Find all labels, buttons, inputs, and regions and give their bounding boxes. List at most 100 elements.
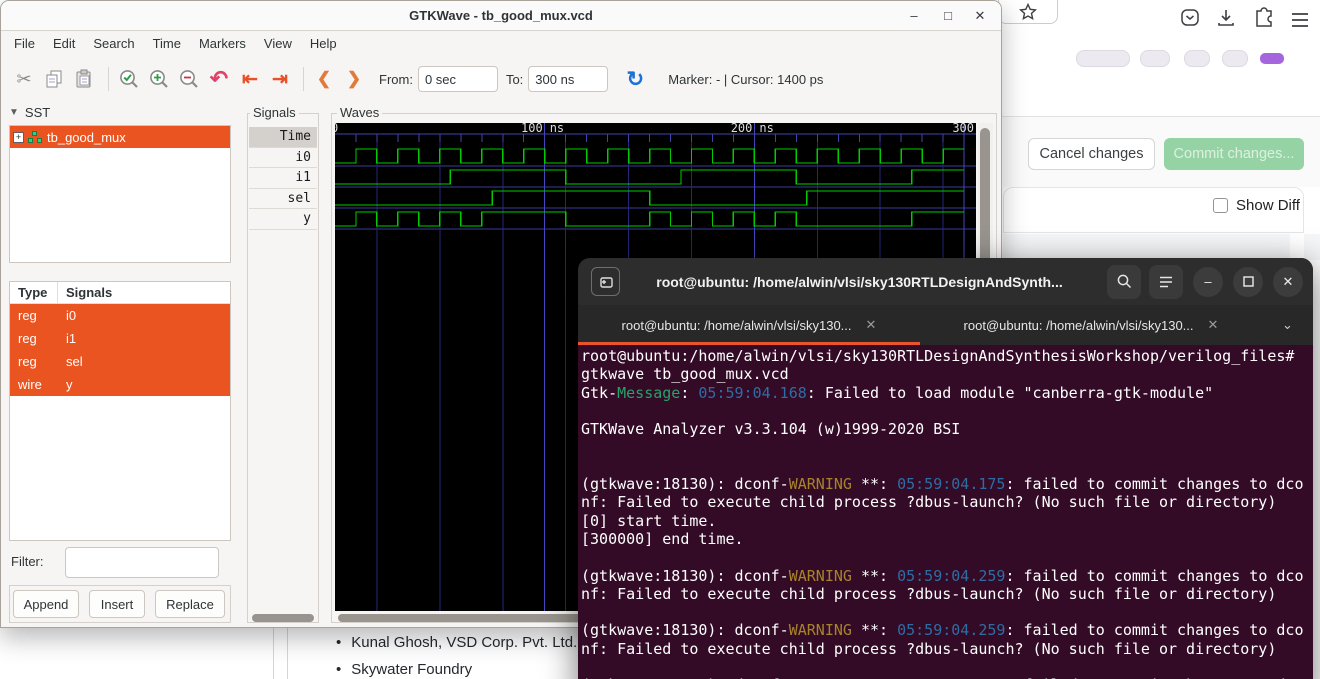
fetch-right-icon[interactable]: ⇥ [266,66,292,92]
bookmark-chip-purple[interactable] [1260,53,1284,64]
waves-frame-label: Waves [337,105,383,120]
signal-item-sel[interactable]: sel [249,189,317,210]
append-button[interactable]: Append [13,590,79,618]
tab-label: root@ubuntu: /home/alwin/vlsi/sky130... [963,317,1194,333]
terminal-line: (gtkwave:18130): dconf-WARNING **: 05:59… [581,475,1304,494]
menu-time[interactable]: Time [144,31,190,57]
terminal-search-button[interactable] [1107,264,1141,299]
signals-column-header[interactable]: Signals [58,282,230,303]
maximize-icon [1242,276,1254,287]
paste-icon[interactable] [71,66,97,92]
svg-text:100: 100 [521,123,543,135]
svg-text:0: 0 [335,123,338,135]
signal-table-row[interactable]: reg i1 [10,327,230,350]
terminal-minimize-button[interactable]: – [1193,266,1223,297]
bookmark-chip[interactable] [1184,50,1210,67]
terminal-line: nf: Failed to execute child process ?dbu… [581,493,1277,512]
signal-table-row[interactable]: wire y [10,373,230,396]
show-diff-checkbox[interactable] [1213,198,1228,213]
signal-item-y[interactable]: y [249,209,317,230]
menu-file[interactable]: File [5,31,44,57]
filter-label: Filter: [11,554,44,569]
minimize-button[interactable]: – [899,1,929,31]
triangle-down-icon: ▼ [9,107,19,118]
search-icon [1117,274,1131,289]
terminal-tab[interactable]: root@ubuntu: /home/alwin/vlsi/sky130... ✕ [578,305,920,345]
maximize-button[interactable]: □ [933,1,963,31]
from-input[interactable] [417,66,498,92]
sst-label: SST [24,105,51,120]
terminal-close-button[interactable]: ✕ [1273,266,1303,297]
filter-input[interactable] [65,547,219,578]
type-column-header[interactable]: Type [10,282,58,303]
shift-right-icon[interactable]: ❯ [341,66,367,92]
cell: reg [18,354,37,369]
menu-search[interactable]: Search [84,31,143,57]
gtkwave-titlebar[interactable]: GTKWave - tb_good_mux.vcd – □ ✕ [1,1,1001,31]
bookmark-chip[interactable] [1140,50,1170,67]
reload-icon[interactable]: ↻ [622,66,648,92]
signals-hscrollbar[interactable] [252,614,314,622]
section-background [1003,234,1320,260]
terminal-titlebar[interactable]: root@ubuntu: /home/alwin/vlsi/sky130RTLD… [578,258,1313,305]
signal-table-row[interactable]: reg i0 [10,304,230,327]
fetch-left-icon[interactable]: ⇤ [236,66,262,92]
extensions-icon[interactable] [1252,6,1276,30]
signal-item-i0[interactable]: i0 [249,148,317,169]
zoom-undo-icon[interactable]: ↶ [206,66,232,92]
toolbar-separator [303,67,304,91]
terminal-tab[interactable]: root@ubuntu: /home/alwin/vlsi/sky130... ✕ [920,305,1262,345]
signal-table-row[interactable]: reg sel [10,350,230,373]
marker-cursor-readout: Marker: - | Cursor: 1400 ps [668,71,824,87]
bookmark-chip[interactable] [1076,50,1130,67]
list-item-text: Kunal Ghosh, VSD Corp. Pvt. Ltd. [351,634,578,651]
to-input[interactable] [528,66,609,92]
cancel-changes-button[interactable]: Cancel changes [1028,138,1155,170]
menu-view[interactable]: View [255,31,301,57]
menu-markers[interactable]: Markers [190,31,255,57]
downloads-icon[interactable] [1214,6,1238,30]
page-divider-line [287,628,288,679]
expand-plus-icon[interactable]: + [13,131,24,143]
pocket-icon[interactable] [1178,6,1202,30]
sst-expander[interactable]: ▼ SST [9,105,50,120]
terminal-line: nf: Failed to execute child process ?dbu… [581,639,1277,658]
zoom-out-icon[interactable] [176,66,202,92]
menu-lines-icon [1160,276,1172,287]
table-header-row: Type Signals [10,282,230,304]
close-button[interactable]: ✕ [965,1,995,31]
cell: sel [66,354,83,369]
terminal-line: (gtkwave:18130): dconf-WARNING **: 05:59… [581,566,1304,585]
page-divider-line [273,628,274,679]
menu-edit[interactable]: Edit [44,31,84,57]
new-tab-button[interactable] [591,267,620,296]
cut-icon[interactable]: ✂ [11,66,37,92]
menu-hamburger-icon[interactable] [1288,8,1312,32]
sst-tree-item[interactable]: + tb_good_mux [10,126,230,148]
signal-item-time[interactable]: Time [249,127,317,148]
tab-close-icon[interactable]: ✕ [866,317,877,333]
signal-item-i1[interactable]: i1 [249,168,317,189]
new-tab-icon [600,277,613,288]
zoom-fit-icon[interactable] [116,66,142,92]
terminal-window: root@ubuntu: /home/alwin/vlsi/sky130RTLD… [578,258,1313,679]
terminal-maximize-button[interactable] [1233,266,1263,297]
tab-list-chevron-icon[interactable]: ⌄ [1262,305,1313,345]
terminal-line: GTKWave Analyzer v3.3.104 (w)1999-2020 B… [581,420,961,439]
toolbar: ✂ ↶ ⇤ ⇥ ❮ ❯ From: To: [1,57,1001,101]
tab-close-icon[interactable]: ✕ [1208,317,1219,333]
insert-button[interactable]: Insert [89,590,145,618]
bookmark-star-icon[interactable] [1019,3,1037,21]
module-name: tb_good_mux [47,129,126,145]
zoom-in-icon[interactable] [146,66,172,92]
terminal-tab-bar: root@ubuntu: /home/alwin/vlsi/sky130... ✕… [578,305,1313,345]
terminal-line: Gtk-Message: 05:59:04.168: Failed to loa… [581,383,1214,402]
replace-button[interactable]: Replace [155,590,225,618]
menu-help[interactable]: Help [301,31,346,57]
commit-changes-button[interactable]: Commit changes... [1164,138,1304,170]
terminal-output[interactable]: root@ubuntu:/home/alwin/vlsi/sky130RTLDe… [578,345,1313,679]
copy-icon[interactable] [41,66,67,92]
shift-left-icon[interactable]: ❮ [311,66,337,92]
terminal-menu-button[interactable] [1149,264,1183,299]
bookmark-chip[interactable] [1222,50,1248,67]
